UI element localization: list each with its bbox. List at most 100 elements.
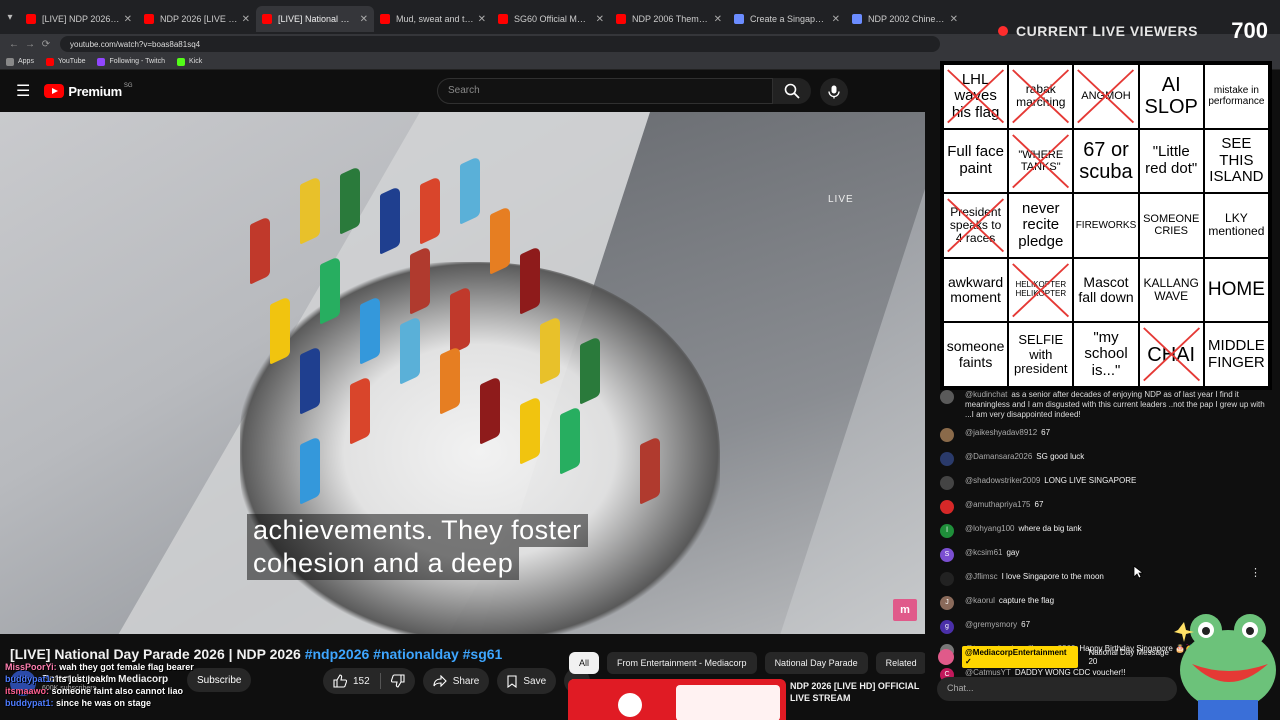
close-icon[interactable]: ✕: [478, 14, 486, 25]
overlay-chat-text: since he was on stage: [56, 698, 152, 708]
bookmark-label: Following - Twitch: [109, 58, 165, 65]
browser-tab[interactable]: Mud, sweat and tears: Reality o ✕: [374, 6, 492, 32]
bookmark-item[interactable]: Following - Twitch: [97, 57, 165, 66]
chat-message[interactable]: l @lohyang100 where da big tank: [940, 524, 1270, 538]
overlay-chat-user: MissPoorYi:: [5, 662, 57, 672]
bingo-cell: Mascot fall down: [1073, 257, 1139, 323]
close-icon[interactable]: ✕: [360, 14, 368, 25]
chat-input[interactable]: Chat...: [937, 677, 1177, 701]
bingo-cell-text: awkward moment: [947, 273, 1004, 306]
close-icon[interactable]: ✕: [242, 14, 250, 25]
chat-username[interactable]: @Damansara2026: [965, 452, 1032, 461]
bingo-cell: LKY mentioned: [1203, 193, 1269, 258]
bingo-card: LHL waves his flagrabak marchingANGMOHAI…: [940, 61, 1272, 390]
chat-message[interactable]: @Jflimsc I love Singapore to the moon: [940, 572, 1270, 586]
recommended-video-thumbnail[interactable]: [568, 679, 786, 720]
bookmark-item[interactable]: Kick: [177, 57, 202, 66]
thumbs-down-icon: [390, 674, 405, 688]
frog-mascot-overlay: [1174, 614, 1276, 720]
caption-line-1: achievements. They foster: [247, 514, 588, 547]
chat-username[interactable]: @kudinchat: [965, 390, 1007, 399]
chat-username[interactable]: @lohyang100: [965, 524, 1015, 533]
youtube-header: ☰ Premium SG Search: [0, 70, 925, 112]
filter-chip[interactable]: National Day Parade: [764, 652, 868, 674]
tab-list-chevron-icon[interactable]: ▾: [0, 12, 20, 23]
chat-username[interactable]: @gremysmory: [965, 620, 1017, 629]
browser-tab[interactable]: SG60 Official MV (Koala Keys) ✕: [492, 6, 610, 32]
menu-icon[interactable]: ☰: [16, 81, 30, 101]
close-icon[interactable]: ✕: [832, 14, 840, 25]
close-icon[interactable]: ✕: [714, 14, 722, 25]
browser-tab[interactable]: NDP 2026 [LIVE HD] OFFICIAL ✕: [138, 6, 256, 32]
close-icon[interactable]: ✕: [950, 14, 958, 25]
browser-tab[interactable]: NDP 2006 Theme Song - My L ✕: [610, 6, 728, 32]
dislike-button[interactable]: [381, 668, 415, 694]
message-options-icon[interactable]: ⋮: [1250, 566, 1261, 579]
chat-username[interactable]: @shadowstriker2009: [965, 476, 1040, 485]
tab-favicon-icon: [26, 14, 36, 24]
browser-tab[interactable]: [LIVE] NDP 2026: Singapore ce ✕: [20, 6, 138, 32]
close-icon[interactable]: ✕: [124, 14, 132, 25]
bingo-cell-text: 67 or scuba: [1079, 138, 1133, 183]
chat-avatar[interactable]: [940, 476, 954, 490]
chat-avatar[interactable]: [940, 428, 954, 442]
like-button[interactable]: 152: [323, 668, 380, 694]
pinned-message[interactable]: @MediacorpEntertainment ✓ National Day M…: [930, 645, 1180, 669]
video-player[interactable]: LIVE achievements. They foster cohesion …: [0, 112, 925, 634]
save-button[interactable]: Save: [497, 668, 557, 694]
address-bar[interactable]: youtube.com/watch?v=boas8a81sq4: [60, 36, 940, 52]
bingo-cell: SEE THIS ISLAND: [1203, 128, 1269, 194]
browser-tab[interactable]: [LIVE] National Day Parade ✕: [256, 6, 374, 32]
share-button[interactable]: Share: [422, 668, 490, 694]
parade-flag: [300, 175, 320, 245]
cross-mark-icon: [1012, 263, 1070, 318]
parade-flag: [380, 185, 400, 255]
chat-avatar[interactable]: S: [940, 548, 954, 562]
bookmark-item[interactable]: YouTube: [45, 57, 85, 66]
recommended-video-title[interactable]: NDP 2026 [LIVE HD] OFFICIAL LIVE STREAM: [790, 680, 920, 704]
chat-message[interactable]: @Damansara2026 SG good luck: [940, 452, 1270, 466]
filter-chip[interactable]: From Entertainment - Mediacorp: [607, 652, 757, 674]
browser-tab[interactable]: Create a Singapore NDP Song ✕: [728, 6, 846, 32]
voice-search-button[interactable]: [820, 78, 848, 106]
chat-avatar[interactable]: l: [940, 524, 954, 538]
youtube-play-icon: [44, 84, 65, 98]
forward-icon[interactable]: →: [22, 39, 38, 50]
browser-tab[interactable]: NDP 2002 Chinese Theme Song ✕: [846, 6, 964, 32]
chat-username[interactable]: @kcsim61: [965, 548, 1002, 557]
url-text: youtube.com/watch?v=boas8a81sq4: [70, 39, 201, 49]
chat-message[interactable]: @jaikeshyadav8912 67: [940, 428, 1270, 442]
chat-avatar[interactable]: [940, 572, 954, 586]
chat-username[interactable]: @CatmusYT: [965, 668, 1011, 677]
chat-avatar[interactable]: J: [940, 596, 954, 610]
parade-flag: [420, 175, 440, 245]
filter-chip[interactable]: Related: [875, 652, 927, 674]
filter-chip[interactable]: All: [569, 652, 600, 674]
reload-icon[interactable]: ⟳: [38, 39, 54, 50]
chat-avatar[interactable]: [940, 390, 954, 404]
chat-message[interactable]: @amuthapriya175 67: [940, 500, 1270, 514]
chat-avatar[interactable]: g: [940, 620, 954, 634]
chat-username[interactable]: @amuthapriya175: [965, 500, 1031, 509]
chat-avatar[interactable]: [940, 452, 954, 466]
thumbs-up-icon: [333, 674, 347, 688]
chat-message[interactable]: @kudinchat as a senior after decades of e…: [940, 390, 1270, 420]
close-icon[interactable]: ✕: [596, 14, 604, 25]
video-hashtags[interactable]: #ndp2026 #nationalday #sg61: [305, 646, 503, 662]
bingo-cell: rabak marching: [1008, 64, 1074, 129]
chat-username[interactable]: @jaikeshyadav8912: [965, 428, 1037, 437]
search-button[interactable]: [773, 78, 811, 104]
back-icon[interactable]: ←: [6, 39, 22, 50]
chat-username[interactable]: @Jflimsc: [965, 572, 998, 581]
chat-avatar[interactable]: [940, 500, 954, 514]
subscribe-button[interactable]: Subscribe: [187, 668, 252, 692]
search-input[interactable]: Search: [437, 78, 773, 104]
bookmark-item[interactable]: Apps: [6, 57, 34, 66]
chat-username[interactable]: @kaorul: [965, 596, 995, 605]
chat-message[interactable]: @shadowstriker2009 LONG LIVE SINGAPORE: [940, 476, 1270, 490]
chat-message[interactable]: S @kcsim61 gay: [940, 548, 1270, 562]
youtube-premium-logo[interactable]: Premium SG: [44, 83, 133, 99]
bookmark-favicon-icon: [177, 57, 185, 66]
overlay-chat-line: itsmaawo: someone faint also cannot liao: [5, 685, 194, 697]
bingo-cell-text: AI SLOP: [1144, 74, 1198, 119]
